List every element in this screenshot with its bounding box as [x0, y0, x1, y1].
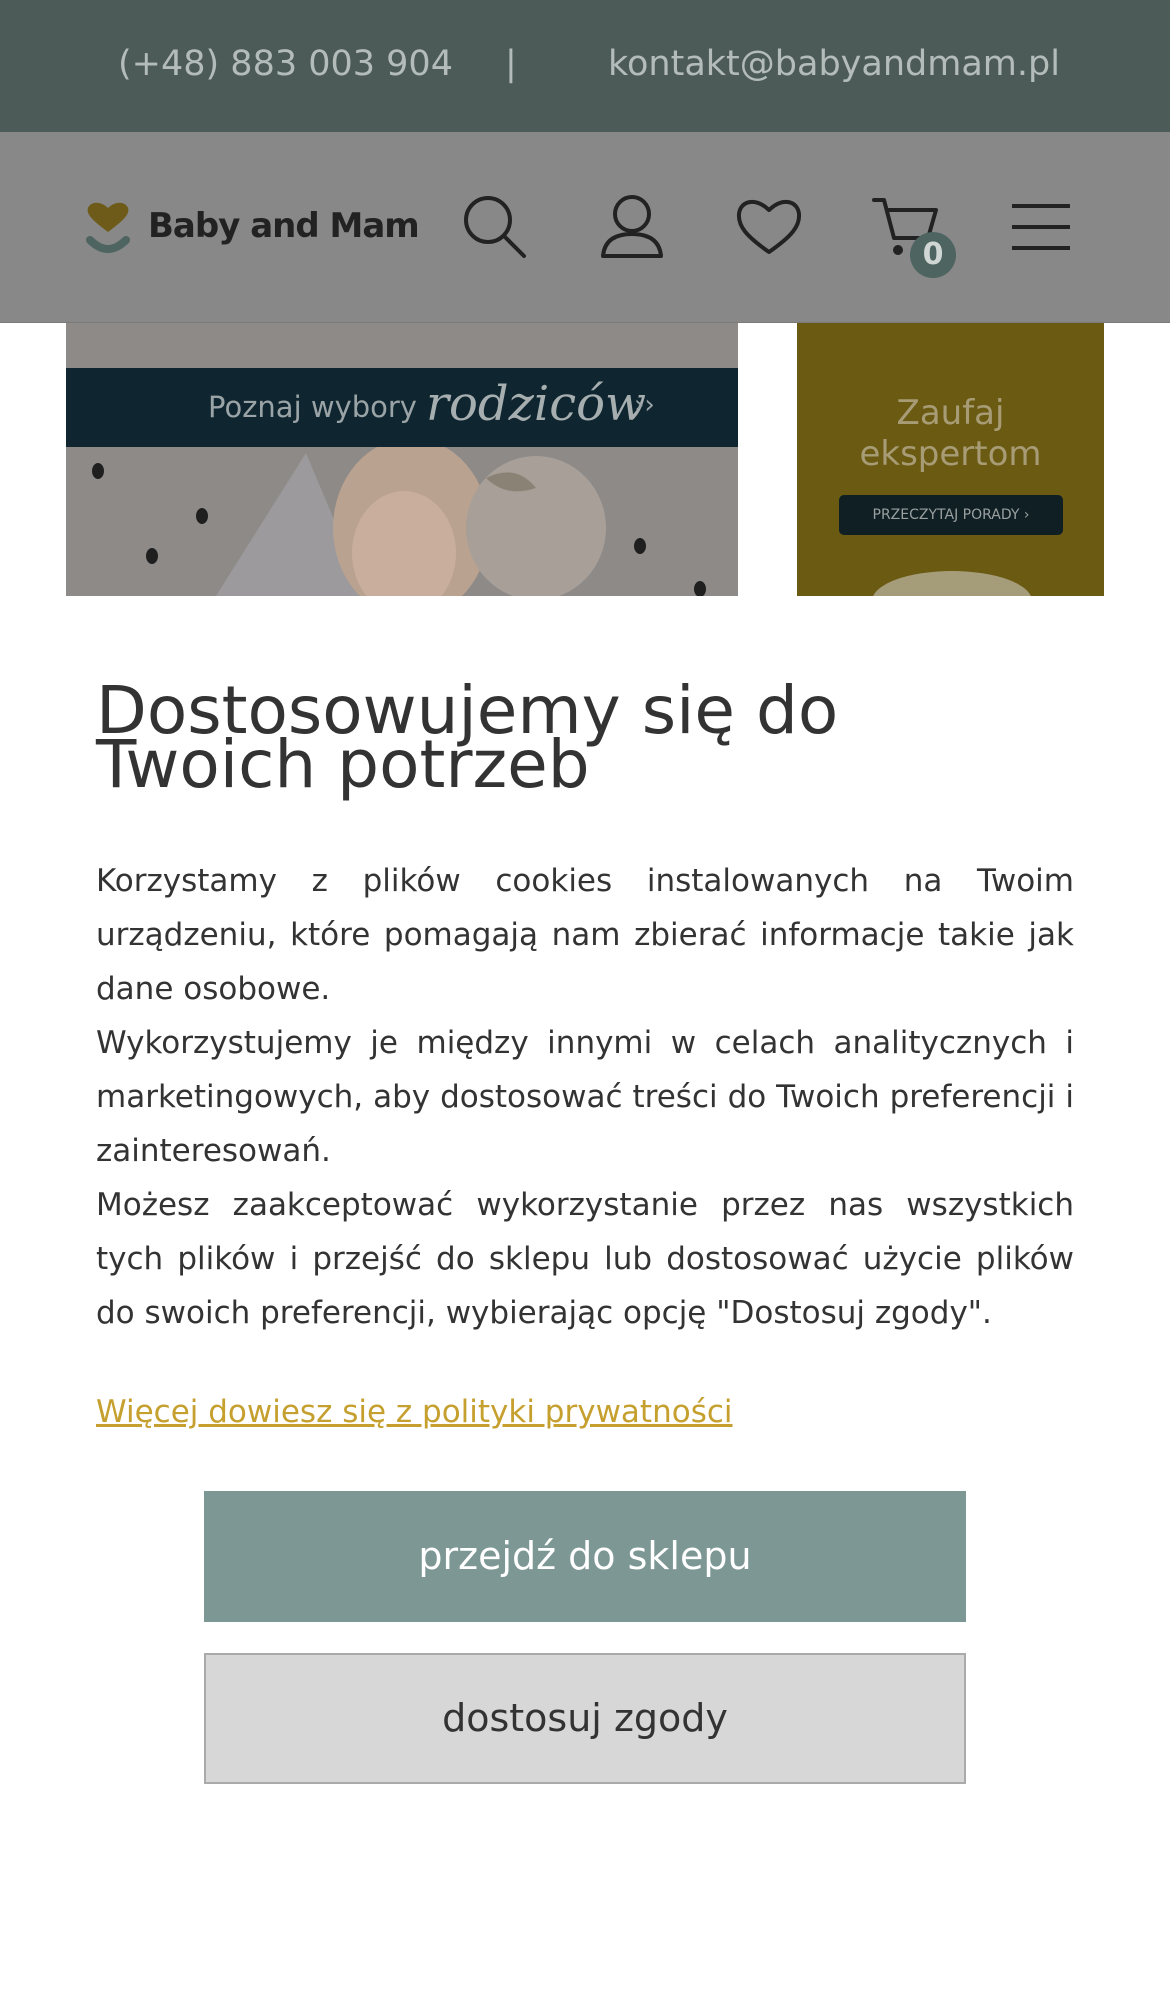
hero-strip: Poznaj wybory rodziców ›› — [66, 368, 738, 447]
accept-go-to-shop-button[interactable]: przejdź do sklepu — [204, 1491, 966, 1622]
user-icon[interactable] — [597, 192, 667, 262]
promo-banner[interactable]: Zaufaj ekspertom PRZECZYTAJ PORADY › — [797, 323, 1104, 631]
promo-title-line1: Zaufaj — [896, 393, 1005, 433]
phone-link[interactable]: (+48) 883 003 904 — [118, 44, 453, 84]
read-tips-button[interactable]: PRZECZYTAJ PORADY › — [839, 495, 1063, 535]
heart-smile-logo-icon — [86, 202, 130, 253]
privacy-policy-link[interactable]: Więcej dowiesz się z polityki prywatnośc… — [96, 1394, 733, 1430]
cookie-title: Dostosowujemy się do Twoich potrzeb — [96, 672, 839, 803]
cookie-paragraph: Możesz zaakceptować wykorzystanie przez … — [96, 1187, 1074, 1331]
cookie-paragraph: Korzystamy z plików cookies instalowanyc… — [96, 863, 1074, 1007]
menu-icon[interactable] — [1006, 192, 1076, 262]
brand-name: Baby and Mam — [148, 206, 420, 246]
cart-count-badge: 0 — [910, 232, 956, 278]
cookie-consent-modal: Dostosowujemy się do Twoich potrzeb Korz… — [0, 596, 1170, 1992]
hero-strip-text: Poznaj wybory — [208, 390, 417, 424]
search-icon[interactable] — [460, 192, 530, 262]
customize-consent-button[interactable]: dostosuj zgody — [204, 1653, 966, 1784]
hero-photo-figure — [216, 438, 606, 596]
hero-strip-arrow: ›› — [634, 390, 655, 420]
hero-strip-script: rodziców — [426, 376, 647, 432]
promo-title-line2: ekspertom — [859, 434, 1042, 474]
site-header: Baby and Mam — [0, 132, 1170, 323]
email-link[interactable]: kontakt@babyandmam.pl — [608, 44, 1060, 84]
contact-bar: (+48) 883 003 904 | kontakt@babyandmam.p… — [0, 0, 1170, 132]
logo[interactable]: Baby and Mam — [86, 200, 420, 260]
cookie-paragraph: Wykorzystujemy je między innymi w celach… — [96, 1025, 1074, 1169]
heart-icon[interactable] — [734, 192, 804, 262]
contact-separator: | — [505, 44, 517, 84]
hero-banner[interactable]: Poznaj wybory rodziców ›› — [66, 323, 738, 596]
promo-title: Zaufaj ekspertom — [797, 393, 1104, 475]
cookie-description: Korzystamy z plików cookies instalowanyc… — [96, 854, 1074, 1340]
